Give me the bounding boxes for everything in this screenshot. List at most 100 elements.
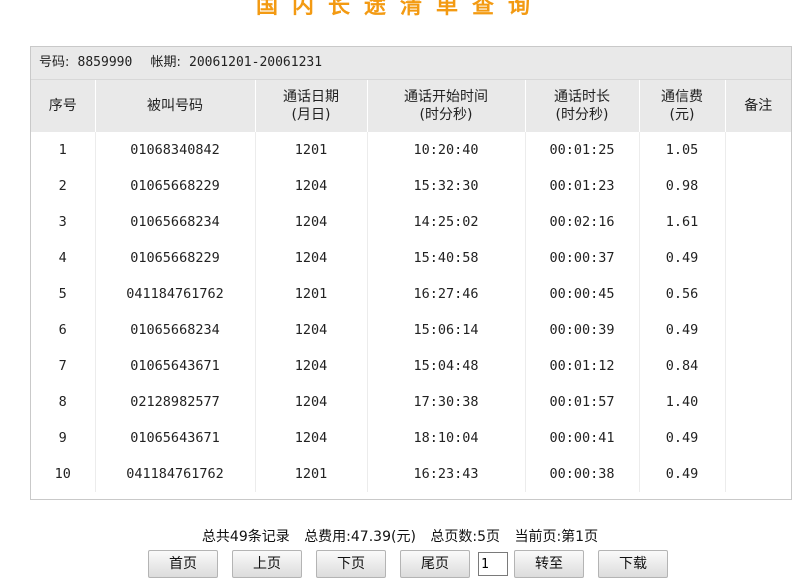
table-cell: 15:04:48: [367, 348, 526, 384]
table-row: 1 01068340842 1201 10:20:40 00:01:25 1.05: [31, 132, 791, 168]
column-header: 通信费 (元): [639, 80, 726, 132]
table-cell: 01065668234: [95, 204, 256, 240]
total-pages: 总页数:5页: [430, 529, 500, 545]
column-header-label: 通话时长: [554, 89, 610, 105]
table-cell: 16:23:43: [367, 456, 526, 492]
table-cell: 01065668234: [95, 312, 256, 348]
table-cell: 00:00:45: [525, 276, 640, 312]
number-label: 号码:: [39, 55, 70, 70]
total-records: 总共49条记录: [201, 529, 290, 545]
table-cell: 4: [31, 240, 96, 276]
table-cell: 00:01:57: [525, 384, 640, 420]
table-cell: 01065643671: [95, 348, 256, 384]
table-cell: 02128982577: [95, 384, 256, 420]
summary-line: 总共49条记录 总费用:47.39(元) 总页数:5页 当前页:第1页: [0, 526, 800, 546]
number-value: 8859990: [77, 55, 133, 70]
table-cell: 0.84: [639, 348, 726, 384]
table-cell: 1: [31, 132, 96, 168]
next-page-button[interactable]: 下页: [316, 550, 386, 578]
table-cell: 01068340842: [95, 132, 256, 168]
first-page-button[interactable]: 首页: [148, 550, 218, 578]
table-row: 10 041184761762 1201 16:23:43 00:00:38 0.49: [31, 456, 791, 492]
table-cell: 00:00:41: [525, 420, 640, 456]
table-row: 5 041184761762 1201 16:27:46 00:00:45 0.56: [31, 276, 791, 312]
table-row: 9 01065643671 1204 18:10:04 00:00:41 0.49: [31, 420, 791, 456]
column-header: 被叫号码: [95, 80, 256, 132]
table-cell: 15:40:58: [367, 240, 526, 276]
table-cell: 5: [31, 276, 96, 312]
column-header: 通话日期 (月日): [255, 80, 368, 132]
column-header-unit: (月日): [291, 107, 331, 123]
table-cell: 00:00:39: [525, 312, 640, 348]
table-cell: 10: [31, 456, 96, 492]
table-cell: 1.05: [639, 132, 726, 168]
call-detail-table: 序号 被叫号码 通话日期 (月日) 通话开始时间 (时分秒) 通话时长 (时分秒) 通信费 (元)…: [31, 80, 791, 492]
table-cell: 0.49: [639, 456, 726, 492]
column-header-label: 通信费: [661, 89, 703, 105]
column-header-unit: (时分秒): [419, 107, 473, 123]
period-value: 20061201-20061231: [189, 55, 323, 70]
table-cell: 0.49: [639, 240, 726, 276]
table-cell: [725, 456, 791, 492]
table-cell: 6: [31, 312, 96, 348]
table-cell: 01065643671: [95, 420, 256, 456]
table-cell: 15:06:14: [367, 312, 526, 348]
bill-panel: 号码: 8859990 帐期: 20061201-20061231 序号 被叫号码…: [30, 46, 792, 500]
table-row: 4 01065668229 1204 15:40:58 00:00:37 0.49: [31, 240, 791, 276]
page-number-input[interactable]: [478, 552, 508, 576]
table-cell: 8: [31, 384, 96, 420]
table-cell: [725, 132, 791, 168]
table-cell: 00:00:37: [525, 240, 640, 276]
table-cell: [725, 276, 791, 312]
table-cell: 1204: [255, 348, 368, 384]
table-cell: 0.98: [639, 168, 726, 204]
table-cell: 16:27:46: [367, 276, 526, 312]
table-cell: 1204: [255, 168, 368, 204]
column-header: 通话开始时间 (时分秒): [367, 80, 526, 132]
total-fee: 总费用:47.39(元): [304, 529, 416, 545]
table-cell: 1204: [255, 420, 368, 456]
table-cell: [725, 204, 791, 240]
table-cell: 1201: [255, 276, 368, 312]
table-cell: 1.61: [639, 204, 726, 240]
table-cell: 15:32:30: [367, 168, 526, 204]
table-cell: 1.40: [639, 384, 726, 420]
table-cell: 01065668229: [95, 240, 256, 276]
table-cell: [725, 420, 791, 456]
table-cell: [725, 348, 791, 384]
table-cell: 041184761762: [95, 276, 256, 312]
column-header-label: 通话开始时间: [404, 89, 488, 105]
table-cell: 3: [31, 204, 96, 240]
table-cell: [725, 384, 791, 420]
table-cell: 17:30:38: [367, 384, 526, 420]
table-cell: 00:01:25: [525, 132, 640, 168]
table-cell: [725, 240, 791, 276]
table-cell: 0.49: [639, 420, 726, 456]
table-cell: 1204: [255, 204, 368, 240]
table-row: 8 02128982577 1204 17:30:38 00:01:57 1.40: [31, 384, 791, 420]
table-cell: 0.49: [639, 312, 726, 348]
goto-page-button[interactable]: 转至: [514, 550, 584, 578]
column-header: 备注: [725, 80, 791, 132]
table-row: 7 01065643671 1204 15:04:48 00:01:12 0.84: [31, 348, 791, 384]
table-cell: 2: [31, 168, 96, 204]
column-header-label: 被叫号码: [147, 98, 203, 114]
table-cell: 10:20:40: [367, 132, 526, 168]
column-header: 序号: [31, 80, 96, 132]
last-page-button[interactable]: 尾页: [400, 550, 470, 578]
table-cell: 1204: [255, 384, 368, 420]
download-button[interactable]: 下载: [598, 550, 668, 578]
prev-page-button[interactable]: 上页: [232, 550, 302, 578]
table-row: 2 01065668229 1204 15:32:30 00:01:23 0.98: [31, 168, 791, 204]
account-info-bar: 号码: 8859990 帐期: 20061201-20061231: [31, 47, 791, 80]
column-header-unit: (元): [669, 107, 695, 123]
table-cell: 01065668229: [95, 168, 256, 204]
table-cell: 0.56: [639, 276, 726, 312]
table-header-row: 序号 被叫号码 通话日期 (月日) 通话开始时间 (时分秒) 通话时长 (时分秒) 通信费 (元)…: [31, 80, 791, 132]
table-cell: 00:00:38: [525, 456, 640, 492]
table-cell: 9: [31, 420, 96, 456]
table-cell: 041184761762: [95, 456, 256, 492]
table-row: 6 01065668234 1204 15:06:14 00:00:39 0.49: [31, 312, 791, 348]
table-cell: 1204: [255, 312, 368, 348]
page-title: 国内长途清单查询: [255, 0, 544, 19]
